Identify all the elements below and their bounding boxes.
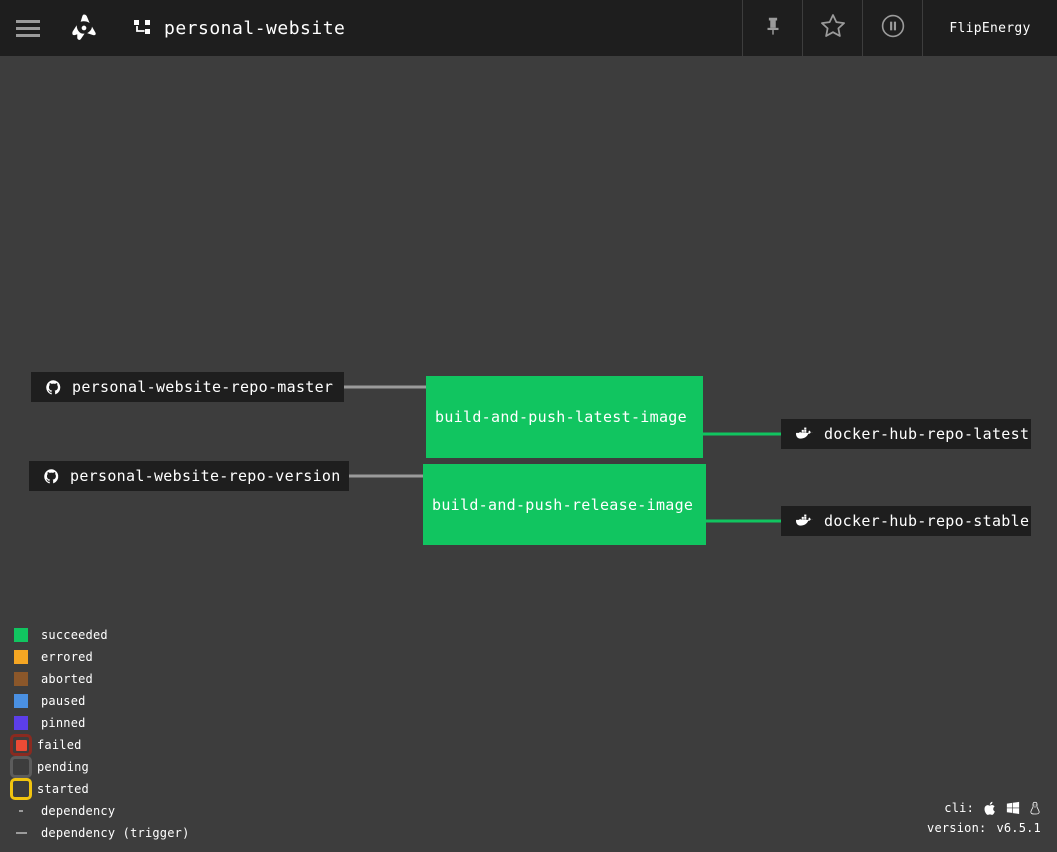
legend-swatch [14, 716, 28, 730]
legend-swatch [14, 650, 28, 664]
hamburger-menu-icon[interactable] [0, 0, 56, 56]
legend-ring-swatch [10, 778, 32, 800]
windows-icon[interactable] [1006, 801, 1020, 815]
github-icon [43, 468, 60, 485]
legend-item-dependency: dependency [14, 800, 190, 822]
legend-ring-swatch [10, 756, 32, 778]
pipeline-canvas[interactable]: build-and-push-latest-image build-and-pus… [0, 56, 1057, 852]
user-menu[interactable]: FlipEnergy [922, 0, 1057, 56]
page-title: personal-website [164, 17, 346, 39]
resource-node-personal-website-repo-version[interactable]: personal-website-repo-version [29, 461, 349, 491]
hamburger-bar [16, 33, 40, 37]
cli-row: cli: [927, 798, 1041, 818]
user-name: FlipEnergy [949, 20, 1031, 36]
legend-label: pinned [41, 716, 86, 730]
docker-icon [795, 513, 814, 529]
version-row: version: v6.5.1 [927, 818, 1041, 838]
legend-label: succeeded [41, 628, 108, 642]
docker-icon [795, 426, 814, 442]
favorite-button[interactable] [802, 0, 862, 56]
concourse-logo-icon[interactable] [56, 0, 112, 56]
github-icon [45, 379, 62, 396]
legend-label: paused [41, 694, 86, 708]
legend-item-aborted: aborted [14, 668, 190, 690]
legend-label: dependency [41, 804, 116, 818]
job-node-build-and-push-release-image[interactable]: build-and-push-release-image [423, 464, 706, 545]
legend-item-succeeded: succeeded [14, 624, 190, 646]
legend-item-errored: errored [14, 646, 190, 668]
resource-node-docker-hub-repo-stable[interactable]: docker-hub-repo-stable [781, 506, 1031, 536]
job-node-build-and-push-latest-image[interactable]: build-and-push-latest-image [426, 376, 703, 458]
pipeline-icon [133, 18, 153, 38]
version-label: version: [927, 821, 987, 835]
resource-label: docker-hub-repo-latest [824, 425, 1030, 443]
linux-icon[interactable] [1029, 801, 1041, 816]
legend-swatch [14, 628, 28, 642]
resource-label: docker-hub-repo-stable [824, 512, 1030, 530]
legend-swatch [14, 694, 28, 708]
legend-label: pending [37, 760, 89, 774]
footer-info: cli: version: v6.5.1 [927, 798, 1041, 838]
legend-label: aborted [41, 672, 93, 686]
version-value: v6.5.1 [996, 821, 1041, 835]
breadcrumb[interactable]: personal-website [112, 0, 742, 56]
legend-item-failed: failed [10, 734, 190, 756]
legend-dash-swatch [14, 832, 28, 834]
legend-ring-swatch [10, 734, 32, 756]
legend: succeeded errored aborted paused pinned faile… [10, 624, 190, 844]
legend-label: started [37, 782, 89, 796]
legend-item-paused: paused [14, 690, 190, 712]
legend-item-pinned: pinned [14, 712, 190, 734]
job-label: build-and-push-latest-image [435, 408, 687, 426]
resource-node-docker-hub-repo-latest[interactable]: docker-hub-repo-latest [781, 419, 1031, 449]
hamburger-bar [16, 19, 40, 23]
cli-download-icons [984, 801, 1041, 816]
legend-item-dependency-trigger: dependency (trigger) [14, 822, 190, 844]
resource-label: personal-website-repo-version [70, 467, 341, 485]
star-icon [819, 12, 847, 44]
hamburger-bar [16, 26, 40, 30]
pin-icon [762, 15, 784, 41]
pause-pipeline-button[interactable] [862, 0, 922, 56]
legend-item-started: started [10, 778, 190, 800]
resource-label: personal-website-repo-master [72, 378, 334, 396]
top-bar: personal-website FlipEnergy [0, 0, 1057, 56]
resource-node-personal-website-repo-master[interactable]: personal-website-repo-master [31, 372, 344, 402]
apple-icon[interactable] [984, 801, 997, 816]
pin-button[interactable] [742, 0, 802, 56]
legend-item-pending: pending [10, 756, 190, 778]
legend-label: errored [41, 650, 93, 664]
legend-label: dependency (trigger) [41, 826, 190, 840]
legend-dash-swatch [14, 810, 28, 812]
pause-icon [880, 13, 906, 43]
cli-label: cli: [944, 801, 974, 815]
job-label: build-and-push-release-image [432, 495, 694, 514]
legend-swatch [14, 672, 28, 686]
legend-label: failed [37, 738, 82, 752]
